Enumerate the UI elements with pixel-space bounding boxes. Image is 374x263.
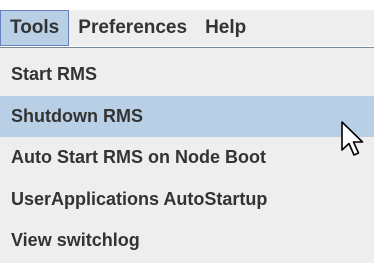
menu-item-auto-start-rms[interactable]: Auto Start RMS on Node Boot <box>0 137 374 179</box>
menu-bar: Tools Preferences Help <box>0 10 374 46</box>
tools-dropdown-menu: Start RMS Shutdown RMS Auto Start RMS on… <box>0 47 374 263</box>
menu-preferences[interactable]: Preferences <box>69 10 196 46</box>
menu-help[interactable]: Help <box>196 10 255 46</box>
menu-item-view-switchlog[interactable]: View switchlog <box>0 220 374 262</box>
menu-item-userapplications-autostartup[interactable]: UserApplications AutoStartup <box>0 179 374 221</box>
mouse-pointer-icon <box>341 121 364 156</box>
menu-tools[interactable]: Tools <box>0 10 70 46</box>
menu-item-shutdown-rms[interactable]: Shutdown RMS <box>0 95 374 137</box>
menu-item-start-rms[interactable]: Start RMS <box>0 54 374 96</box>
